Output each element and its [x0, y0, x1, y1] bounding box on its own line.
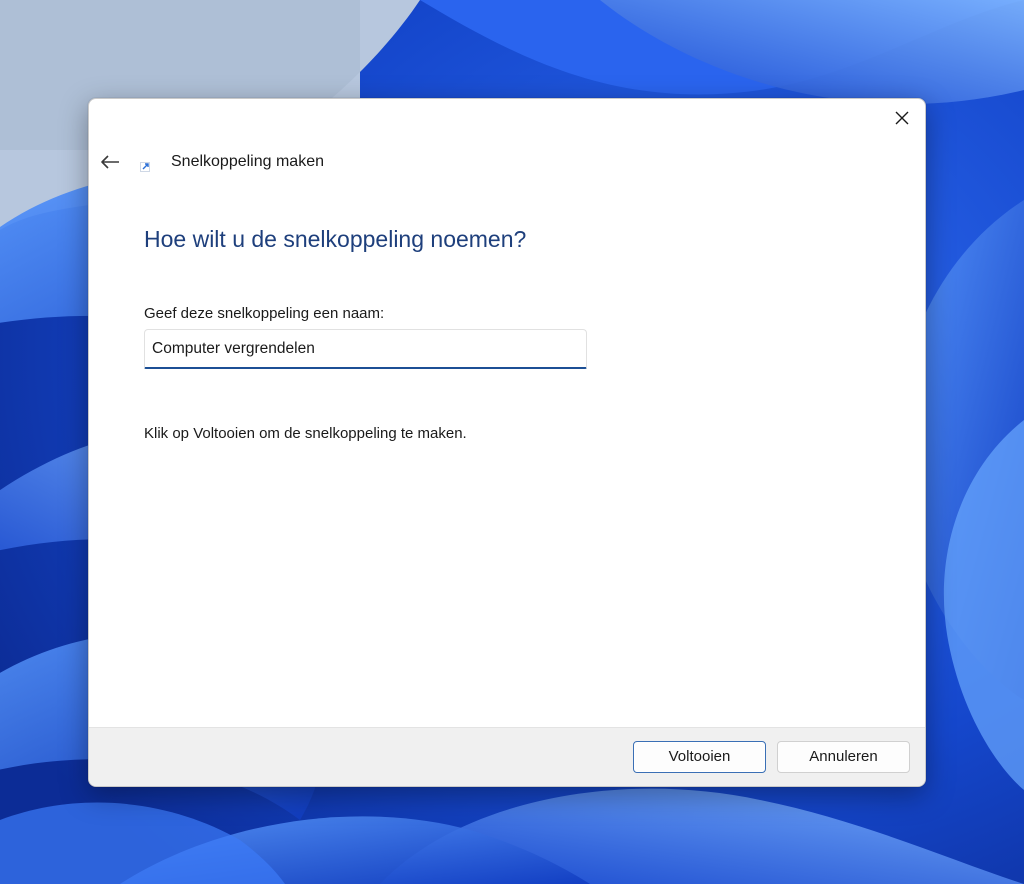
finish-button[interactable]: Voltooien	[633, 741, 766, 773]
close-button[interactable]	[879, 99, 925, 137]
finish-instruction: Klik op Voltooien om de snelkoppeling te…	[144, 425, 467, 442]
page-heading: Hoe wilt u de snelkoppeling noemen?	[144, 226, 527, 252]
shortcut-name-input[interactable]	[144, 329, 587, 369]
create-shortcut-dialog: Snelkoppeling maken Hoe wilt u de snelko…	[88, 98, 926, 787]
shortcut-name-label: Geef deze snelkoppeling een naam:	[144, 305, 385, 322]
wizard-title: Snelkoppeling maken	[171, 153, 324, 170]
back-button[interactable]	[95, 147, 125, 177]
shortcut-icon	[140, 162, 150, 172]
close-icon	[895, 111, 909, 125]
cancel-button[interactable]: Annuleren	[777, 741, 910, 773]
back-arrow-icon	[101, 155, 119, 169]
dialog-footer: Voltooien Annuleren	[89, 727, 925, 786]
